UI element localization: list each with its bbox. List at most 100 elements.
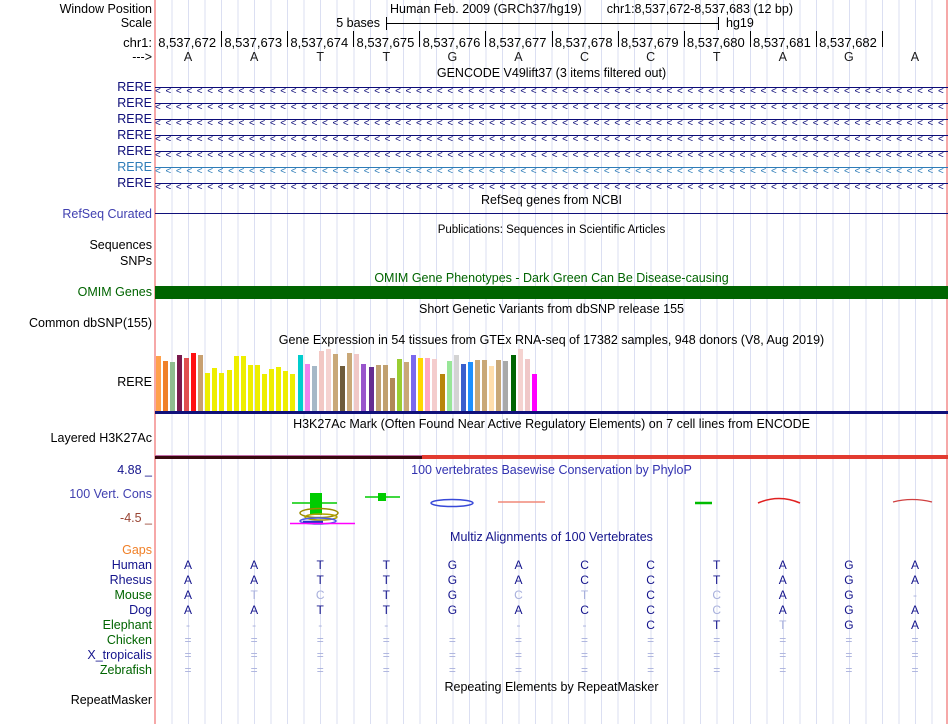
alignment-base[interactable]: = xyxy=(353,633,419,647)
alignment-base[interactable]: = xyxy=(618,648,684,662)
alignment-base[interactable]: C xyxy=(552,573,618,587)
alignment-base[interactable]: = xyxy=(353,648,419,662)
alignment-base[interactable]: A xyxy=(485,603,551,617)
alignment-base[interactable]: G xyxy=(419,558,485,572)
gencode-transcript-label[interactable]: RERE xyxy=(0,80,152,94)
alignment-base[interactable]: - xyxy=(155,618,221,632)
omim-genes-label[interactable]: OMIM Genes xyxy=(0,285,152,299)
alignment-base[interactable]: T xyxy=(353,603,419,617)
alignment-base[interactable]: = xyxy=(155,648,221,662)
gtex-bar[interactable] xyxy=(396,359,402,411)
alignment-base[interactable]: T xyxy=(221,588,287,602)
gtex-bar[interactable] xyxy=(482,360,488,411)
alignment-base[interactable]: = xyxy=(816,648,882,662)
gtex-bar[interactable] xyxy=(361,364,367,411)
alignment-base[interactable]: T xyxy=(750,618,816,632)
alignment-base[interactable]: = xyxy=(750,663,816,677)
alignment-base[interactable]: A xyxy=(750,588,816,602)
layered-h3k27ac-label[interactable]: Layered H3K27Ac xyxy=(0,431,152,445)
alignment-base[interactable]: = xyxy=(287,633,353,647)
gtex-bar[interactable] xyxy=(347,353,353,411)
gtex-bar[interactable] xyxy=(162,361,168,411)
alignment-base[interactable]: C xyxy=(287,588,353,602)
gtex-bar[interactable] xyxy=(240,356,246,411)
alignment-base[interactable]: G xyxy=(816,603,882,617)
alignment-base[interactable]: = xyxy=(618,663,684,677)
h3k27ac-signal[interactable] xyxy=(422,455,948,459)
alignment-base[interactable]: = xyxy=(485,663,551,677)
alignment-base[interactable]: A xyxy=(750,603,816,617)
alignment-base[interactable]: C xyxy=(618,558,684,572)
gtex-bar[interactable] xyxy=(503,361,509,411)
alignment-base[interactable]: C xyxy=(552,558,618,572)
repeatmasker-label[interactable]: RepeatMasker xyxy=(0,693,152,707)
gtex-bar[interactable] xyxy=(226,370,232,411)
alignment-base[interactable]: G xyxy=(816,618,882,632)
alignment-base[interactable]: C xyxy=(485,588,551,602)
gtex-bar[interactable] xyxy=(254,365,260,411)
alignment-base[interactable]: = xyxy=(221,648,287,662)
alignment-base[interactable]: G xyxy=(419,588,485,602)
alignment-base[interactable]: = xyxy=(221,663,287,677)
alignment-base[interactable]: = xyxy=(419,633,485,647)
alignment-base[interactable]: A xyxy=(485,558,551,572)
gtex-bar[interactable] xyxy=(489,366,495,411)
gtex-bar[interactable] xyxy=(176,355,182,411)
gtex-bar[interactable] xyxy=(212,368,218,411)
gtex-bar[interactable] xyxy=(510,355,516,411)
alignment-base[interactable]: A xyxy=(485,573,551,587)
h3k27ac-signal[interactable] xyxy=(155,455,422,459)
alignment-base[interactable]: T xyxy=(684,558,750,572)
gtex-bar[interactable] xyxy=(460,364,466,411)
refseq-curated-label[interactable]: RefSeq Curated xyxy=(0,207,152,221)
alignment-base[interactable]: = xyxy=(221,633,287,647)
multiz-species-label[interactable]: Elephant xyxy=(0,618,152,632)
alignment-base[interactable]: T xyxy=(353,558,419,572)
alignment-base[interactable]: T xyxy=(287,603,353,617)
gtex-bar[interactable] xyxy=(368,367,374,411)
gtex-bar[interactable] xyxy=(311,366,317,411)
gtex-bar[interactable] xyxy=(411,355,417,411)
gtex-bar[interactable] xyxy=(531,374,537,411)
gencode-transcript[interactable]: <<<<<<<<<<<<<<<<<<<<<<<<<<<<<<<<<<<<<<<<… xyxy=(155,81,948,93)
gtex-bar[interactable] xyxy=(517,349,523,411)
alignment-base[interactable]: T xyxy=(684,573,750,587)
alignment-base[interactable]: - xyxy=(287,618,353,632)
alignment-base[interactable]: = xyxy=(419,648,485,662)
gtex-bar[interactable] xyxy=(262,374,267,411)
alignment-base[interactable]: A xyxy=(221,558,287,572)
gtex-bar[interactable] xyxy=(453,355,459,411)
gtex-barchart[interactable] xyxy=(155,349,948,411)
alignment-base[interactable]: C xyxy=(552,603,618,617)
gencode-transcript-label[interactable]: RERE xyxy=(0,144,152,158)
multiz-species-label[interactable]: Dog xyxy=(0,603,152,617)
alignment-base[interactable]: = xyxy=(882,633,948,647)
alignment-base[interactable]: = xyxy=(750,648,816,662)
gtex-bar[interactable] xyxy=(191,353,196,411)
gencode-transcript[interactable]: <<<<<<<<<<<<<<<<<<<<<<<<<<<<<<<<<<<<<<<<… xyxy=(155,129,948,141)
gtex-bar[interactable] xyxy=(354,354,360,411)
gtex-bar[interactable] xyxy=(375,365,381,411)
gtex-bar[interactable] xyxy=(304,364,310,411)
gtex-bar[interactable] xyxy=(446,361,452,411)
alignment-base[interactable]: A xyxy=(882,558,948,572)
alignment-base[interactable]: A xyxy=(221,603,287,617)
alignment-base[interactable]: - xyxy=(221,618,287,632)
gencode-transcript-label[interactable]: RERE xyxy=(0,160,152,174)
alignment-base[interactable]: = xyxy=(684,633,750,647)
gtex-bar[interactable] xyxy=(155,356,161,411)
alignment-base[interactable]: C xyxy=(618,618,684,632)
alignment-base[interactable]: T xyxy=(353,588,419,602)
alignment-base[interactable]: A xyxy=(882,618,948,632)
gencode-transcript[interactable]: <<<<<<<<<<<<<<<<<<<<<<<<<<<<<<<<<<<<<<<<… xyxy=(155,113,948,125)
alignment-base[interactable]: = xyxy=(684,648,750,662)
alignment-base[interactable]: = xyxy=(353,663,419,677)
gtex-bar[interactable] xyxy=(340,366,346,411)
alignment-base[interactable]: = xyxy=(552,663,618,677)
gtex-bar[interactable] xyxy=(389,378,395,411)
gtex-bar[interactable] xyxy=(496,360,502,411)
gtex-bar[interactable] xyxy=(219,373,225,411)
alignment-base[interactable]: = xyxy=(816,633,882,647)
gencode-transcript[interactable]: <<<<<<<<<<<<<<<<<<<<<<<<<<<<<<<<<<<<<<<<… xyxy=(155,97,948,109)
gtex-bar[interactable] xyxy=(404,362,409,411)
